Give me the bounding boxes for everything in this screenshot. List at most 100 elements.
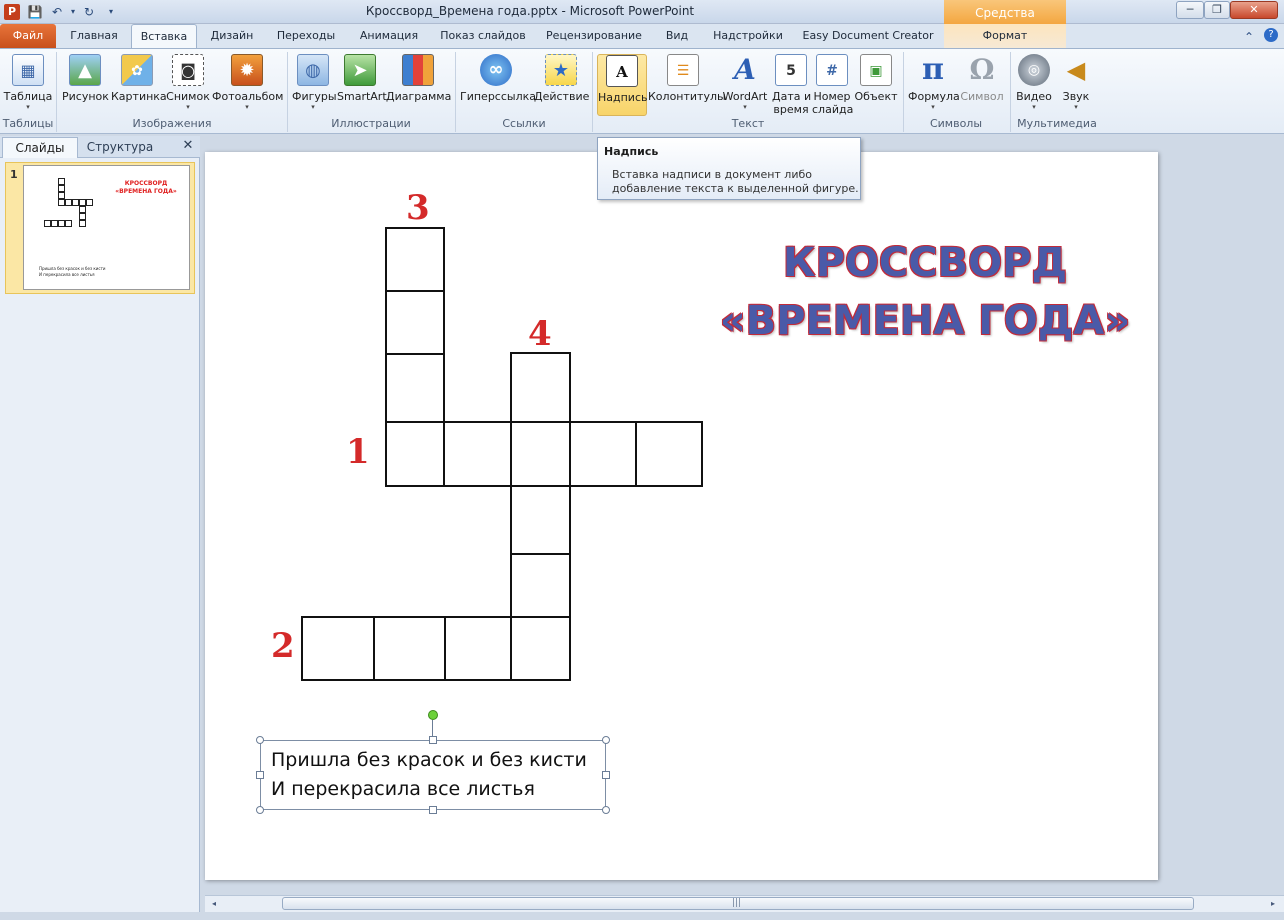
powerpoint-app-icon[interactable]: P bbox=[4, 4, 20, 20]
equation-button[interactable]: π Формула ▾ bbox=[908, 52, 960, 116]
crossword-cell[interactable] bbox=[635, 421, 703, 487]
scroll-right-arrow-icon[interactable]: ▸ bbox=[1266, 897, 1280, 910]
crossword-cell[interactable] bbox=[510, 485, 571, 555]
tab-addins[interactable]: Надстройки bbox=[704, 24, 792, 48]
rotation-handle[interactable] bbox=[428, 710, 438, 720]
crossword-cell[interactable] bbox=[569, 421, 638, 487]
audio-button[interactable]: ◀ Звук ▾ bbox=[1056, 54, 1096, 116]
save-icon[interactable]: 💾 bbox=[26, 4, 44, 20]
tab-insert[interactable]: Вставка bbox=[131, 24, 197, 48]
scroll-left-arrow-icon[interactable]: ◂ bbox=[207, 897, 221, 910]
chart-label: Диаграмма bbox=[386, 90, 452, 103]
restore-button[interactable]: ❐ bbox=[1204, 1, 1230, 19]
crossword-cell[interactable] bbox=[385, 353, 445, 423]
object-button[interactable]: ▣ Объект bbox=[854, 54, 898, 116]
tab-animations[interactable]: Анимация bbox=[350, 24, 428, 48]
close-panel-icon[interactable]: ✕ bbox=[180, 138, 196, 153]
thumb-cell bbox=[86, 199, 93, 206]
crossword-cell[interactable] bbox=[385, 421, 445, 487]
group-separator bbox=[56, 52, 57, 132]
slide-thumbnail[interactable]: КРОССВОРД «ВРЕМЕНА ГОДА» Пришла без крас… bbox=[23, 165, 190, 290]
resize-handle-left[interactable] bbox=[256, 771, 264, 779]
tab-transitions[interactable]: Переходы bbox=[268, 24, 344, 48]
film-reel-icon: ◎ bbox=[1018, 54, 1050, 86]
screenshot-button[interactable]: ◙ Снимок ▾ bbox=[166, 54, 210, 116]
tab-format[interactable]: Формат bbox=[944, 24, 1066, 48]
hyperlink-button[interactable]: ∞ Гиперссылка bbox=[460, 54, 536, 116]
camera-icon: ◙ bbox=[172, 54, 204, 86]
tab-easy-document-creator[interactable]: Easy Document Creator bbox=[798, 24, 938, 48]
crossword-cell[interactable] bbox=[373, 616, 446, 681]
photo-album-icon: ✹ bbox=[231, 54, 263, 86]
smartart-button[interactable]: ➤ SmartArt bbox=[337, 54, 387, 116]
symbol-button[interactable]: Ω Символ bbox=[960, 54, 1004, 116]
close-window-button[interactable]: ✕ bbox=[1230, 1, 1278, 19]
slide-title-line2: «ВРЕМЕНА ГОДА» bbox=[719, 298, 1131, 344]
scroll-grip-icon: ||| bbox=[732, 898, 742, 908]
crossword-cell[interactable] bbox=[385, 290, 445, 355]
tab-file[interactable]: Файл bbox=[0, 24, 56, 48]
wordart-button[interactable]: A WordArt ▾ bbox=[720, 54, 770, 116]
date-time-button[interactable]: 5 Дата и время bbox=[772, 54, 811, 116]
screenshot-label: Снимок bbox=[166, 90, 210, 103]
tab-review[interactable]: Рецензирование bbox=[538, 24, 650, 48]
tab-outline[interactable]: Структура bbox=[80, 137, 160, 158]
resize-handle-top-left[interactable] bbox=[256, 736, 264, 744]
calendar-clock-icon: 5 bbox=[775, 54, 807, 86]
slide-number-icon: # bbox=[816, 54, 848, 86]
action-label: Действие bbox=[534, 90, 590, 103]
customize-qat-icon[interactable]: ▾ bbox=[102, 4, 120, 20]
resize-handle-bottom[interactable] bbox=[429, 806, 437, 814]
pi-icon: π bbox=[922, 52, 944, 87]
resize-handle-top-right[interactable] bbox=[602, 736, 610, 744]
chart-button[interactable]: Диаграмма bbox=[386, 54, 452, 116]
crossword-cell[interactable] bbox=[444, 616, 512, 681]
textbox-button[interactable]: A Надпись bbox=[597, 54, 648, 116]
slide-number-button[interactable]: # Номер слайда bbox=[812, 54, 853, 116]
video-button[interactable]: ◎ Видео ▾ bbox=[1014, 54, 1054, 116]
action-button[interactable]: ★ Действие bbox=[534, 54, 590, 116]
header-footer-button[interactable]: ☰ Колонтитулы bbox=[648, 54, 726, 116]
tab-view[interactable]: Вид bbox=[656, 24, 698, 48]
tab-slides[interactable]: Слайды bbox=[2, 137, 78, 158]
slide-title-wordart[interactable]: КРОССВОРД «ВРЕМЕНА ГОДА» bbox=[715, 234, 1135, 350]
redo-icon[interactable]: ↻ bbox=[80, 4, 98, 20]
crossword-cell[interactable] bbox=[301, 616, 375, 681]
crossword-cell[interactable] bbox=[385, 227, 445, 292]
textbox-tooltip: Надпись Вставка надписи в документ либо … bbox=[597, 137, 861, 200]
shapes-button[interactable]: ◍ Фигуры ▾ bbox=[292, 54, 337, 116]
tab-home[interactable]: Главная bbox=[62, 24, 126, 48]
slide-canvas[interactable]: 3 4 1 2 КРОССВОРД «ВРЕМЕНА ГОДА» Пришла … bbox=[205, 152, 1158, 880]
header-footer-label: Колонтитулы bbox=[648, 90, 726, 103]
riddle-line1[interactable]: Пришла без красок и без кисти bbox=[271, 749, 587, 771]
thumb-text-line2: И перекрасила все листья bbox=[39, 272, 95, 277]
riddle-line2[interactable]: И перекрасила все листья bbox=[271, 778, 535, 800]
photo-album-button[interactable]: ✹ Фотоальбом ▾ bbox=[212, 54, 283, 116]
resize-handle-bottom-right[interactable] bbox=[602, 806, 610, 814]
wordart-label: WordArt bbox=[722, 90, 768, 103]
resize-handle-bottom-left[interactable] bbox=[256, 806, 264, 814]
minimize-button[interactable]: ─ bbox=[1176, 1, 1204, 19]
crossword-cell[interactable] bbox=[443, 421, 512, 487]
group-separator bbox=[1010, 52, 1011, 132]
dropdown-arrow-icon: ▾ bbox=[26, 103, 30, 111]
resize-handle-right[interactable] bbox=[602, 771, 610, 779]
thumb-title-line2: «ВРЕМЕНА ГОДА» bbox=[115, 188, 177, 195]
tab-slideshow[interactable]: Показ слайдов bbox=[434, 24, 532, 48]
resize-handle-top[interactable] bbox=[429, 736, 437, 744]
minimize-ribbon-icon[interactable]: ⌃ bbox=[1244, 30, 1254, 44]
table-button[interactable]: ▦ Таблица ▾ bbox=[3, 54, 53, 116]
riddle-textbox[interactable]: Пришла без красок и без кисти И перекрас… bbox=[260, 740, 606, 810]
slide-title-line1: КРОССВОРД bbox=[782, 240, 1068, 286]
crossword-cell[interactable] bbox=[510, 352, 571, 423]
table-label: Таблица bbox=[3, 90, 53, 103]
crossword-cell[interactable] bbox=[510, 616, 571, 681]
crossword-cell[interactable] bbox=[510, 421, 571, 487]
tab-design[interactable]: Дизайн bbox=[202, 24, 262, 48]
picture-button[interactable]: ▲ Рисунок bbox=[62, 54, 109, 116]
help-icon[interactable]: ? bbox=[1264, 28, 1278, 42]
crossword-cell[interactable] bbox=[510, 553, 571, 618]
status-bar bbox=[0, 912, 1284, 920]
thumb-cell bbox=[58, 185, 65, 192]
clipart-button[interactable]: ✿ Картинка bbox=[111, 54, 167, 116]
